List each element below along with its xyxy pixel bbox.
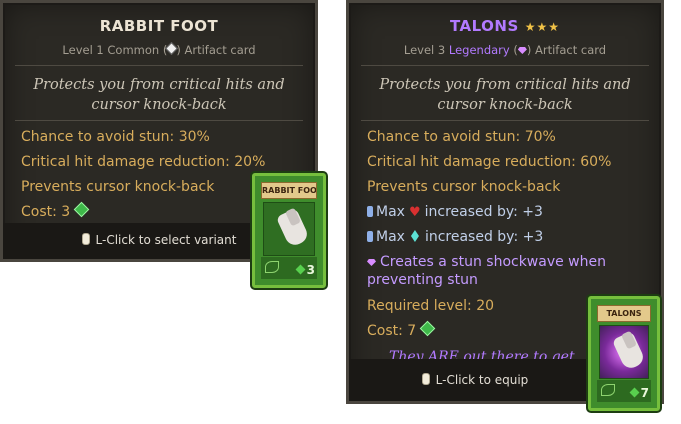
subtitle-type: ) Artifact card	[176, 43, 256, 57]
legendary-gem-icon	[517, 47, 527, 54]
hint-text: L-Click to equip	[435, 373, 529, 387]
divider	[15, 120, 303, 121]
increase-label: increased by: +3	[424, 229, 544, 245]
stat-stun-chance: Chance to avoid stun: 30%	[21, 129, 210, 145]
divider	[361, 65, 649, 66]
mouse-left-icon	[421, 373, 430, 385]
cost-gem-icon	[629, 387, 640, 398]
special-text: Creates a stun shockwave when preventing…	[367, 254, 606, 288]
card-subtitle: Level 3 Legendary ( ) Artifact card	[349, 43, 661, 57]
max-label: Max	[376, 204, 405, 220]
cost-gem-icon	[295, 264, 306, 275]
card-title: TALONS ★★★	[349, 17, 661, 35]
subtitle-type: ) Artifact card	[526, 43, 607, 57]
hint-text: L-Click to select variant	[95, 233, 237, 247]
card-title: RABBIT FOOT	[99, 17, 219, 35]
max-label: Max	[376, 229, 405, 245]
stat-max-health: Max ♥ increased by: +3	[367, 204, 543, 220]
stat-knockback: Prevents cursor knock-back	[21, 179, 215, 195]
cost-label: Cost: 3	[21, 204, 71, 220]
card-title-text: TALONS	[449, 17, 519, 35]
card-cost-value: 3	[306, 263, 315, 277]
increase-label: increased by: +3	[424, 204, 543, 220]
required-level: Required level: 20	[367, 298, 495, 314]
stat-knockback: Prevents cursor knock-back	[367, 179, 561, 195]
card-cost: 3	[295, 263, 315, 277]
cost-line: Cost: 3	[21, 201, 90, 220]
stat-crit-reduction: Critical hit damage reduction: 60%	[367, 154, 612, 170]
cost-gem-icon	[73, 201, 90, 218]
subtitle-paren: (	[509, 43, 518, 57]
legendary-gem-icon	[367, 259, 376, 266]
vial-icon	[367, 231, 373, 242]
star-icon: ★★★	[524, 20, 561, 34]
cost-label: Cost: 7	[367, 323, 417, 339]
card-cost: 7	[629, 386, 649, 400]
heart-icon: ♥	[408, 205, 421, 220]
leaf-icon	[601, 384, 615, 396]
rabbit-foot-art-icon	[263, 202, 315, 256]
divider	[361, 120, 649, 121]
vial-icon	[367, 206, 373, 217]
leaf-icon	[265, 261, 279, 273]
cost-gem-icon	[419, 320, 436, 337]
subtitle-level: Level 1 Common (	[62, 43, 168, 57]
card-cost-value: 7	[640, 386, 649, 400]
rarity-label: Legendary	[448, 43, 510, 57]
mana-crystal-icon	[410, 230, 419, 242]
talons-art-icon	[599, 325, 649, 379]
card-subtitle: Level 1 Common ( ) Artifact card	[3, 42, 315, 57]
stat-max-mana: Max increased by: +3	[367, 229, 543, 245]
subtitle-level: Level 3	[403, 43, 449, 57]
talons-card[interactable]: TALONS 7	[588, 296, 660, 411]
stat-stun-chance: Chance to avoid stun: 70%	[367, 129, 556, 145]
stat-special: Creates a stun shockwave when preventing…	[367, 253, 637, 289]
cost-line: Cost: 7	[367, 320, 436, 339]
flavor-text: Protects you from critical hits and curs…	[379, 77, 631, 113]
card-name: TALONS	[597, 305, 651, 322]
equip-hint[interactable]: L-Click to equip	[349, 373, 601, 387]
card-name: RABBIT FOOT	[261, 182, 317, 199]
stat-crit-reduction: Critical hit damage reduction: 20%	[21, 154, 266, 170]
divider	[15, 65, 303, 66]
rabbit-foot-card[interactable]: RABBIT FOOT 3	[252, 173, 326, 288]
flavor-text: Protects you from critical hits and curs…	[33, 77, 285, 113]
mouse-left-icon	[81, 233, 90, 245]
